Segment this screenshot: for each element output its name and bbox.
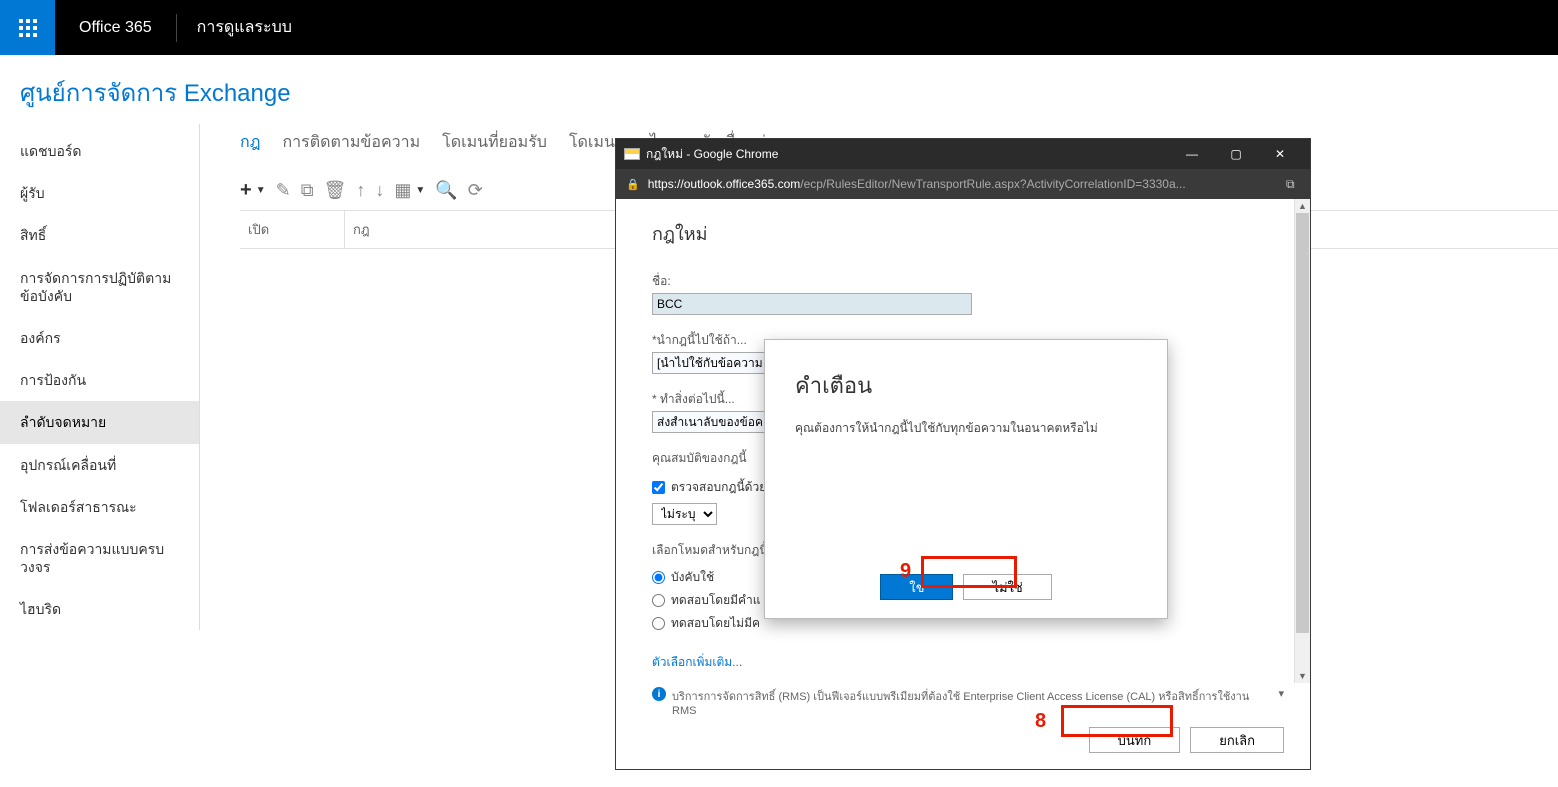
tab-messagetrace[interactable]: การติดตามข้อความ bbox=[282, 130, 420, 155]
sidebar-item-hybrid[interactable]: ไฮบริด bbox=[0, 588, 199, 630]
sidebar-item-unifiedmessaging[interactable]: การส่งข้อความแบบครบวงจร bbox=[0, 528, 199, 588]
popup-info-row: i บริการการจัดการสิทธิ์ (RMS) เป็นฟีเจอร… bbox=[616, 683, 1310, 717]
maximize-button[interactable]: ▢ bbox=[1214, 139, 1258, 169]
popup-window-title: กฎใหม่ - Google Chrome bbox=[646, 145, 778, 164]
sidebar-item-mailflow[interactable]: ลำดับจดหมาย bbox=[0, 401, 199, 443]
mode-test-notips-label: ทดสอบโดยไม่มีค bbox=[671, 614, 760, 633]
grid-header-enabled[interactable]: เปิด bbox=[240, 211, 345, 248]
warning-title: คำเตือน bbox=[795, 368, 1137, 403]
save-button[interactable]: บันทึก bbox=[1089, 727, 1181, 753]
refresh-icon[interactable]: ⟳ bbox=[468, 180, 483, 201]
scroll-up-icon[interactable]: ▲ bbox=[1295, 199, 1310, 213]
mode-test-notips-radio[interactable] bbox=[652, 617, 665, 630]
sidebar-item-protection[interactable]: การป้องกัน bbox=[0, 359, 199, 401]
sidebar-item-permissions[interactable]: สิทธิ์ bbox=[0, 214, 199, 256]
sidebar-item-dashboard[interactable]: แดชบอร์ด bbox=[0, 130, 199, 172]
warning-buttons: ใช่ ไม่ใช่ bbox=[795, 574, 1137, 600]
copy-icon[interactable]: ⧉ bbox=[301, 180, 314, 201]
no-button[interactable]: ไม่ใช่ bbox=[963, 574, 1051, 600]
popup-heading: กฎใหม่ bbox=[652, 219, 1284, 248]
minimize-button[interactable]: — bbox=[1170, 139, 1214, 169]
topbar-section-label[interactable]: การดูแลระบบ bbox=[177, 15, 312, 40]
top-bar: Office 365 การดูแลระบบ bbox=[0, 0, 1558, 55]
tab-accepteddomains[interactable]: โดเมนที่ยอมรับ bbox=[442, 130, 547, 155]
audit-checkbox[interactable] bbox=[652, 481, 665, 494]
brand-label: Office 365 bbox=[55, 19, 176, 37]
warning-dialog: คำเตือน คุณต้องการให้นำกฎนี้ไปใช้กับทุกข… bbox=[764, 339, 1168, 619]
search-icon[interactable]: 🔍 bbox=[435, 180, 457, 201]
lock-icon: 🔒 bbox=[626, 178, 640, 191]
add-dropdown-icon[interactable]: ▼ bbox=[256, 185, 266, 196]
cancel-button[interactable]: ยกเลิก bbox=[1190, 727, 1284, 753]
popup-footer: บันทึก ยกเลิก bbox=[616, 717, 1310, 769]
yes-button[interactable]: ใช่ bbox=[880, 574, 953, 600]
down-icon[interactable]: ↓ bbox=[375, 180, 384, 201]
popup-titlebar[interactable]: กฎใหม่ - Google Chrome — ▢ ✕ bbox=[616, 139, 1310, 169]
info-caret-icon[interactable]: ▾ bbox=[1278, 687, 1284, 700]
sidebar-item-compliance[interactable]: การจัดการการปฏิบัติตามข้อบังคับ bbox=[0, 257, 199, 317]
sidebar-item-organization[interactable]: องค์กร bbox=[0, 317, 199, 359]
do-following-select[interactable] bbox=[652, 411, 772, 433]
mode-test-tips-label: ทดสอบโดยมีคำแ bbox=[671, 591, 761, 610]
scroll-thumb[interactable] bbox=[1296, 213, 1309, 633]
sidebar-item-mobile[interactable]: อุปกรณ์เคลื่อนที่ bbox=[0, 444, 199, 486]
page-title: ศูนย์การจัดการ Exchange bbox=[0, 55, 1558, 124]
close-button[interactable]: ✕ bbox=[1258, 139, 1302, 169]
sidebar-item-publicfolders[interactable]: โฟลเดอร์สาธารณะ bbox=[0, 486, 199, 528]
app-launcher-button[interactable] bbox=[0, 0, 55, 55]
url-host: https://outlook.office365.com bbox=[648, 177, 801, 191]
apply-if-select[interactable] bbox=[652, 352, 772, 374]
columns-icon[interactable]: ▦ bbox=[394, 180, 411, 201]
url-path: /ecp/RulesEditor/NewTransportRule.aspx?A… bbox=[800, 177, 1185, 191]
rule-name-input[interactable] bbox=[652, 293, 972, 315]
columns-dropdown-icon[interactable]: ▼ bbox=[415, 185, 425, 196]
mode-enforce-radio[interactable] bbox=[652, 571, 665, 584]
tab-rules[interactable]: กฎ bbox=[240, 130, 260, 155]
waffle-icon bbox=[19, 19, 37, 37]
sidebar: แดชบอร์ด ผู้รับ สิทธิ์ การจัดการการปฏิบั… bbox=[0, 124, 200, 630]
audit-checkbox-label: ตรวจสอบกฎนี้ด้วย bbox=[671, 478, 766, 497]
warning-text: คุณต้องการให้นำกฎนี้ไปใช้กับทุกข้อความใน… bbox=[795, 419, 1137, 438]
popout-icon[interactable]: ⧉ bbox=[1286, 177, 1300, 191]
popup-favicon-icon bbox=[624, 148, 640, 160]
add-icon[interactable]: + bbox=[240, 179, 252, 202]
mode-test-tips-radio[interactable] bbox=[652, 594, 665, 607]
name-label: ชื่อ: bbox=[652, 272, 1284, 291]
scroll-down-icon[interactable]: ▼ bbox=[1295, 669, 1310, 683]
up-icon[interactable]: ↑ bbox=[356, 180, 365, 201]
scrollbar[interactable]: ▲ ▼ bbox=[1294, 199, 1310, 683]
edit-icon[interactable]: ✎ bbox=[276, 180, 291, 201]
audit-severity-select[interactable]: ไม่ระบุ bbox=[652, 503, 717, 525]
sidebar-item-recipients[interactable]: ผู้รับ bbox=[0, 172, 199, 214]
info-text: บริการการจัดการสิทธิ์ (RMS) เป็นฟีเจอร์แ… bbox=[672, 687, 1272, 717]
popup-address-bar: 🔒 https://outlook.office365.com/ecp/Rule… bbox=[616, 169, 1310, 199]
delete-icon[interactable]: 🗑 bbox=[324, 180, 347, 201]
info-icon: i bbox=[652, 687, 666, 701]
more-options-link[interactable]: ตัวเลือกเพิ่มเติม... bbox=[652, 653, 1284, 672]
mode-enforce-label: บังคับใช้ bbox=[671, 568, 714, 587]
